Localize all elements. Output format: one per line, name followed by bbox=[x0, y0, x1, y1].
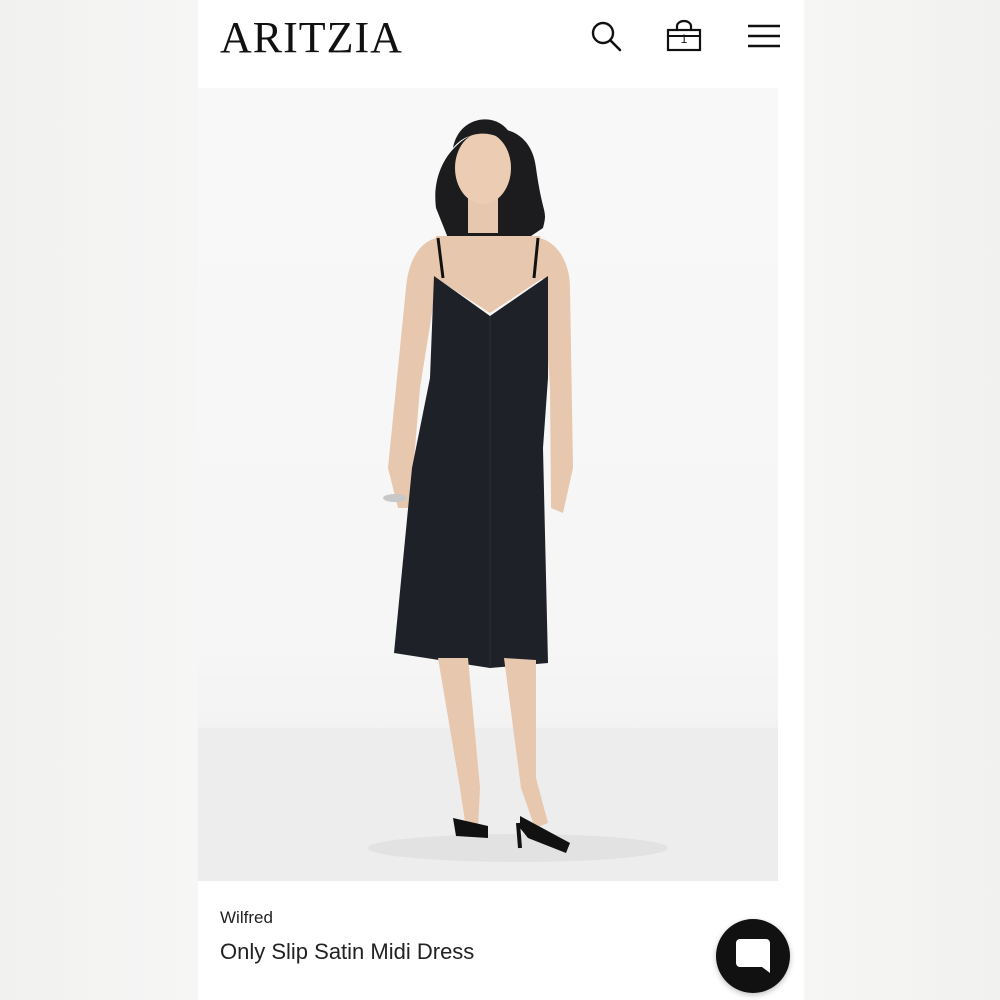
site-header: ARITZIA 1 bbox=[198, 0, 804, 88]
shopping-bag-button[interactable]: 1 bbox=[666, 18, 702, 54]
aritzia-logo[interactable]: ARITZIA bbox=[220, 14, 403, 62]
menu-button[interactable] bbox=[746, 18, 782, 54]
product-page: ARITZIA 1 Wilfred Only Slip Satin Midi D… bbox=[198, 0, 804, 1000]
search-button[interactable] bbox=[588, 18, 624, 54]
product-image[interactable] bbox=[198, 88, 778, 881]
search-icon bbox=[591, 21, 622, 52]
bag-item-count: 1 bbox=[680, 32, 688, 46]
hamburger-menu-icon bbox=[748, 24, 780, 48]
model-in-black-slip-dress bbox=[198, 119, 778, 881]
backdrop-right bbox=[802, 0, 1000, 1000]
product-brand[interactable]: Wilfred bbox=[220, 908, 273, 928]
product-name: Only Slip Satin Midi Dress bbox=[220, 939, 475, 964]
chat-button[interactable] bbox=[716, 919, 790, 993]
backdrop-left bbox=[0, 0, 198, 1000]
chat-bubble-icon bbox=[736, 939, 770, 973]
product-info: Wilfred Only Slip Satin Midi Dress bbox=[198, 881, 804, 1000]
